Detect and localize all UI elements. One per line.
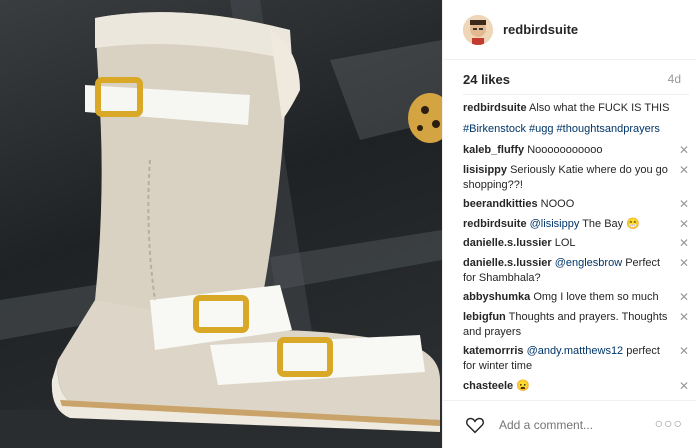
comment-text: LOL — [554, 237, 576, 249]
post-age[interactable]: 4d — [668, 72, 681, 86]
comment-item: beerandkitties NOOO ✕ — [463, 197, 689, 212]
close-icon[interactable]: ✕ — [679, 344, 689, 359]
comment-item: englesbrow @danielle.s.lussier oh my God… — [463, 398, 689, 399]
post-photo[interactable] — [0, 0, 442, 448]
comment-text: 😦 — [516, 379, 530, 392]
post-sidebar: redbirdsuite 24 likes 4d redbirdsuite Al… — [442, 0, 696, 448]
close-icon[interactable]: ✕ — [679, 143, 689, 158]
close-icon[interactable]: ✕ — [679, 256, 689, 271]
caption: redbirdsuite Also what the FUCK IS THIS — [463, 101, 689, 116]
comment-username[interactable]: redbirdsuite — [463, 218, 527, 230]
post-author-username[interactable]: redbirdsuite — [503, 22, 578, 37]
close-icon[interactable]: ✕ — [679, 236, 689, 251]
close-icon[interactable]: ✕ — [679, 217, 689, 232]
comment-username[interactable]: danielle.s.lussier — [463, 257, 552, 269]
post-header: redbirdsuite — [443, 0, 696, 60]
comment-item: danielle.s.lussier @englesbrow Perfect f… — [463, 256, 689, 286]
comment-item: lebigfun Thoughts and prayers. Thoughts … — [463, 310, 689, 340]
post-stats: 24 likes 4d — [463, 70, 681, 88]
comment-username[interactable]: lisisippy — [463, 164, 507, 176]
caption-text: Also what the FUCK IS THIS — [529, 102, 670, 114]
comment-item: lisisippy Seriously Katie where do you g… — [463, 163, 689, 193]
comment-username[interactable]: redbirdsuite — [463, 102, 527, 114]
comment-item: chasteele 😦 ✕ — [463, 379, 689, 394]
likes-count[interactable]: 24 likes — [463, 72, 510, 87]
comment-text: NOOO — [540, 198, 575, 210]
comment-mention[interactable]: @lisisippy — [530, 218, 580, 230]
close-icon[interactable]: ✕ — [679, 310, 689, 325]
hashtags: #Birkenstock #ugg #thoughtsandprayers — [463, 122, 689, 137]
comment-list[interactable]: redbirdsuite Also what the FUCK IS THIS … — [463, 94, 689, 399]
comment-username[interactable]: danielle.s.lussier — [463, 237, 552, 249]
comment-username[interactable]: kaleb_fluffy — [463, 144, 524, 156]
comment-item: abbyshumka Omg I love them so much ✕ — [463, 290, 689, 305]
comment-username[interactable]: katemorrris — [463, 345, 524, 357]
boot-image — [0, 0, 442, 448]
close-icon[interactable]: ✕ — [679, 197, 689, 212]
comment-mention[interactable]: @englesbrow — [555, 257, 622, 269]
comment-item: kaleb_fluffy Nooooooooooo ✕ — [463, 143, 689, 158]
comment-text: Nooooooooooo — [527, 144, 603, 156]
comment-item: danielle.s.lussier LOL ✕ — [463, 236, 689, 251]
comment-item: redbirdsuite @lisisippy The Bay 😁 ✕ — [463, 217, 689, 232]
more-options-icon[interactable]: ○○○ — [655, 415, 683, 431]
close-icon[interactable]: ✕ — [679, 163, 689, 178]
comment-username[interactable]: abbyshumka — [463, 291, 530, 303]
avatar-image — [463, 14, 493, 45]
add-comment-bar: ○○○ — [443, 400, 696, 448]
comment-mention[interactable]: @andy.matthews12 — [527, 345, 624, 357]
heart-icon[interactable] — [465, 416, 485, 434]
hashtag-list[interactable]: #Birkenstock #ugg #thoughtsandprayers — [463, 123, 660, 135]
comment-username[interactable]: lebigfun — [463, 311, 506, 323]
comment-text: Omg I love them so much — [533, 291, 659, 303]
avatar[interactable] — [463, 14, 493, 45]
comment-item: katemorrris @andy.matthews12 perfect for… — [463, 344, 689, 374]
close-icon[interactable]: ✕ — [679, 290, 689, 305]
close-icon[interactable]: ✕ — [679, 379, 689, 394]
comment-text: The Bay 😁 — [582, 217, 640, 230]
comment-username[interactable]: chasteele — [463, 380, 513, 392]
add-comment-input[interactable] — [499, 417, 649, 432]
comment-username[interactable]: beerandkitties — [463, 198, 538, 210]
close-icon[interactable]: ✕ — [679, 398, 689, 399]
